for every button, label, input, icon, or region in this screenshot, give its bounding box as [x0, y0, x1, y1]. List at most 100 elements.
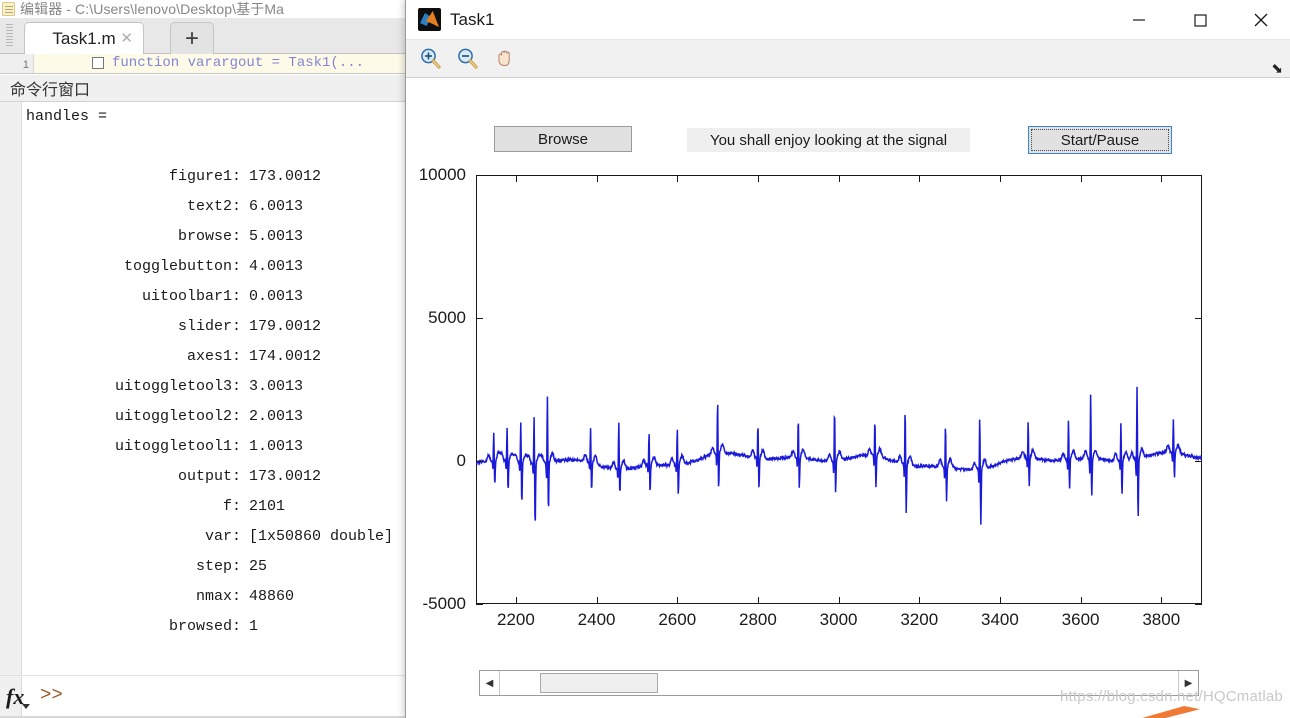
handles-field-name: text2:: [186, 198, 241, 215]
editor-title-text: 编辑器 - C:\Users\lenovo\Desktop\基于Ma: [20, 1, 285, 17]
handles-row: text2: 6.0013: [26, 192, 418, 222]
chevron-down-icon[interactable]: [22, 704, 30, 709]
slider-left-arrow-icon[interactable]: ◀: [480, 671, 500, 695]
command-window-title: 命令行窗口: [10, 82, 91, 99]
zoom-out-icon[interactable]: [451, 44, 484, 74]
handles-field-name: togglebutton:: [123, 258, 241, 275]
x-axis-tick: [596, 175, 598, 182]
status-text-label: You shall enjoy looking at the signal: [709, 131, 948, 149]
handles-field-value: 5.0013: [249, 228, 304, 245]
signal-waveform: [476, 386, 1202, 525]
x-axis-tick-label: 2400: [577, 610, 616, 629]
window-controls: [1108, 0, 1290, 40]
y-axis-tick: [476, 604, 483, 605]
figure-toolbar: ⬊: [406, 40, 1290, 78]
close-icon[interactable]: [1230, 0, 1290, 40]
signal-polyline: [476, 386, 1202, 525]
handles-row: uitoolbar1: 0.0013: [26, 282, 418, 312]
minimize-icon[interactable]: [1108, 0, 1169, 40]
x-axis-tick: [919, 597, 921, 604]
handles-field-value: 0.0013: [249, 288, 304, 305]
command-window-prompt-row[interactable]: fx >>: [0, 675, 418, 718]
handles-row: output: 173.0012: [26, 462, 418, 492]
gui-control-row: Browse You shall enjoy looking at the si…: [406, 126, 1290, 160]
command-window-output: handles = figure1: 173.0012 text2: 6.0013 bro…: [26, 102, 418, 675]
start-pause-toggle-button[interactable]: Start/Pause: [1028, 126, 1172, 154]
handles-row: axes1: 174.0012: [26, 342, 418, 372]
figure-titlebar[interactable]: Task1: [406, 0, 1290, 40]
toolbar-overflow-icon[interactable]: ⬊: [1271, 61, 1283, 75]
handles-field-value: 25: [249, 558, 268, 575]
handles-row: togglebutton: 4.0013: [26, 252, 418, 282]
y-axis-tick: [476, 461, 483, 462]
handles-field-name: step:: [195, 558, 241, 575]
x-axis-tick-label: 3200: [900, 610, 939, 629]
y-axis-tick-label: 0: [456, 451, 466, 470]
x-axis-tick: [596, 597, 598, 604]
command-window-left-gutter: [0, 102, 22, 675]
editor-tabstrip: Task1.m ✕ +: [0, 18, 418, 54]
screen: 编辑器 - C:\Users\lenovo\Desktop\基于Ma Task1…: [0, 0, 1290, 718]
handles-field-value: 1.0013: [249, 438, 304, 455]
slider-track[interactable]: [500, 671, 1178, 695]
editor-tab-task1[interactable]: Task1.m ✕: [24, 22, 144, 54]
handles-row: browse: 5.0013: [26, 222, 418, 252]
x-axis-tick: [919, 175, 921, 182]
x-axis-tick: [515, 597, 517, 604]
slider-thumb[interactable]: [540, 673, 658, 693]
x-axis-tick: [999, 175, 1001, 182]
slider-right-arrow-icon[interactable]: ▶: [1178, 671, 1198, 695]
figure-canvas: Browse You shall enjoy looking at the si…: [406, 78, 1290, 718]
handles-field-value: 48860: [249, 588, 295, 605]
x-axis-tick-label: 3800: [1142, 610, 1181, 629]
handles-row: browsed: 1: [26, 612, 418, 642]
handles-row: f: 2101: [26, 492, 418, 522]
browse-button-label: Browse: [537, 130, 589, 148]
handles-row: uitoggletool3: 3.0013: [26, 372, 418, 402]
handles-field-name: figure1:: [168, 168, 241, 185]
x-axis-tick-label: 2200: [497, 610, 535, 629]
handles-field-name: browse:: [177, 228, 241, 245]
new-tab-button[interactable]: +: [170, 22, 214, 54]
handles-field-value: 6.0013: [249, 198, 304, 215]
x-axis-tick-label: 2600: [658, 610, 697, 629]
x-axis-tick: [677, 175, 679, 182]
x-axis-tick: [757, 597, 759, 604]
y-axis-tick: [476, 318, 483, 319]
start-pause-label: Start/Pause: [1060, 131, 1140, 149]
maximize-icon[interactable]: [1169, 0, 1230, 40]
handles-field-name: uitoggletool1:: [114, 438, 241, 455]
close-icon[interactable]: ✕: [120, 31, 133, 46]
handles-row: uitoggletool1: 1.0013: [26, 432, 418, 462]
x-axis-tick: [677, 597, 679, 604]
x-axis-tick: [1161, 597, 1163, 604]
pan-hand-icon[interactable]: [488, 44, 521, 74]
command-window-body[interactable]: handles = figure1: 173.0012 text2: 6.0013 bro…: [0, 102, 418, 675]
task1-figure-window: Task1 ⬊ Browse You shall enjoy looking a…: [405, 0, 1290, 718]
y-axis-tick-label: -5000: [422, 594, 466, 613]
x-axis-tick-label: 3600: [1061, 610, 1100, 629]
figure-title: Task1: [450, 9, 495, 29]
y-axis-tick: [1195, 318, 1202, 319]
handles-field-value: 2101: [249, 498, 286, 515]
output-blank-line: [26, 132, 418, 162]
output-header: handles =: [26, 108, 108, 125]
x-axis-tick: [757, 175, 759, 182]
x-axis-tick: [515, 175, 517, 182]
zoom-in-icon[interactable]: [414, 44, 447, 74]
code-preview-text: function varargout = Task1(...: [112, 55, 365, 71]
handles-field-value: 179.0012: [249, 318, 322, 335]
signal-plot-axes[interactable]: -5000 0 5000 10000 2200 2400 2600 2800 3000 3200 3…: [419, 165, 1202, 629]
code-fold-checkbox[interactable]: [92, 57, 104, 69]
editor-code-preview: 1 function varargout = Task1(...: [0, 54, 418, 74]
y-axis-tick: [476, 175, 483, 176]
handles-field-name: var:: [204, 528, 241, 545]
handles-row: uitoggletool2: 2.0013: [26, 402, 418, 432]
y-axis-tick: [1195, 461, 1202, 462]
signal-position-slider[interactable]: ◀ ▶: [479, 670, 1199, 696]
browse-button[interactable]: Browse: [494, 126, 632, 152]
editor-titlebar: 编辑器 - C:\Users\lenovo\Desktop\基于Ma: [0, 0, 418, 18]
handles-field-name: slider:: [177, 318, 241, 335]
x-axis-tick: [999, 597, 1001, 604]
x-axis-tick: [838, 175, 840, 182]
